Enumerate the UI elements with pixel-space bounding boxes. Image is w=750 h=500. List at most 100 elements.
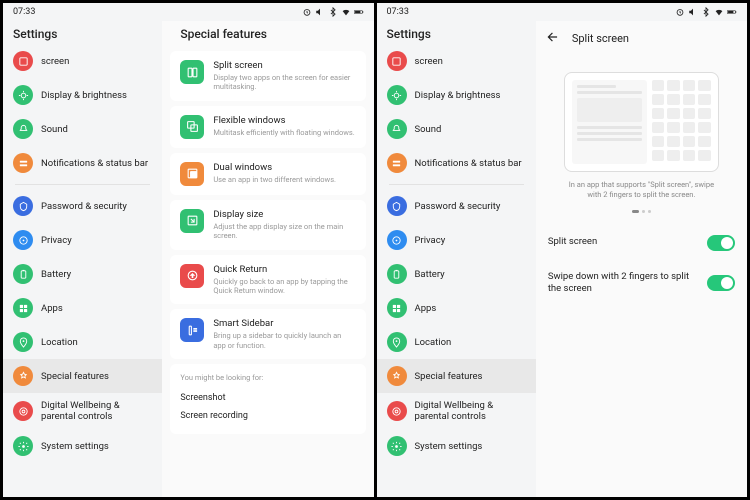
nav-label: Apps	[41, 303, 63, 314]
features-title: Special features	[170, 21, 365, 51]
feature-icon	[180, 264, 204, 288]
nav-label: Password & security	[415, 201, 501, 212]
suggestions-block: You might be looking for: ScreenshotScre…	[170, 364, 365, 434]
nav-item-apps[interactable]: Apps	[377, 291, 536, 325]
nav-item-display-brightness[interactable]: Display & brightness	[3, 78, 162, 112]
nav-icon	[13, 153, 33, 173]
nav-label: Privacy	[41, 235, 72, 246]
nav-label: Notifications & status bar	[415, 158, 522, 169]
suggestion-item[interactable]: Screen recording	[180, 407, 355, 425]
toggle-label: Swipe down with 2 fingers to split the s…	[548, 271, 697, 296]
feature-flexible-windows[interactable]: Flexible windowsMultitask efficiently wi…	[170, 106, 365, 148]
nav-item-digital-wellbeing-parental-controls[interactable]: Digital Wellbeing & parental controls	[377, 393, 536, 429]
battery-icon	[354, 7, 364, 17]
detail-title: Split screen	[572, 32, 629, 45]
nav-item-special-features[interactable]: Special features	[3, 359, 162, 393]
nav-label: Password & security	[41, 201, 127, 212]
nav-label: Digital Wellbeing & parental controls	[41, 400, 152, 422]
nav-icon	[13, 401, 33, 421]
nav-icon	[387, 119, 407, 139]
feature-icon	[180, 209, 204, 233]
nav-item-digital-wellbeing-parental-controls[interactable]: Digital Wellbeing & parental controls	[3, 393, 162, 429]
nav-label: Apps	[415, 303, 437, 314]
nav-label: Digital Wellbeing & parental controls	[415, 400, 526, 422]
nav-item-location[interactable]: Location	[377, 325, 536, 359]
nav-item-privacy[interactable]: Privacy	[377, 223, 536, 257]
nav-icon	[387, 153, 407, 173]
features-panel: Special features Split screenDisplay two…	[162, 21, 373, 497]
nav-label: Battery	[41, 269, 71, 280]
nav-item-privacy[interactable]: Privacy	[3, 223, 162, 257]
mute-icon	[688, 7, 698, 17]
screenshot-right: 07:33 Settings screen Display & brightnes…	[377, 3, 748, 497]
status-icons	[675, 7, 737, 17]
feature-desc: Quickly go back to an app by tapping the…	[213, 277, 355, 296]
nav-icon	[387, 51, 407, 71]
nav-label: Special features	[41, 371, 109, 382]
page-indicator	[544, 210, 739, 213]
feature-dual-windows[interactable]: Dual windowsUse an app in two different …	[170, 153, 365, 195]
nav-item-sound[interactable]: Sound	[377, 112, 536, 146]
nav-label: Location	[41, 337, 78, 348]
feature-icon	[180, 115, 204, 139]
feature-smart-sidebar[interactable]: Smart SidebarBring up a sidebar to quick…	[170, 309, 365, 359]
nav-item-system-settings[interactable]: System settings	[377, 429, 536, 463]
nav-label: System settings	[41, 441, 109, 452]
screenshot-left: 07:33 Settings screenDisplay & brightnes…	[3, 3, 374, 497]
nav-item-special-features[interactable]: Special features	[377, 359, 536, 393]
suggestion-item[interactable]: Screenshot	[180, 389, 355, 407]
feature-title: Dual windows	[213, 162, 355, 173]
nav-icon	[13, 264, 33, 284]
split-screen-panel: Split screen	[536, 21, 747, 497]
sidebar-title: Settings	[377, 21, 536, 51]
nav-icon	[13, 51, 33, 71]
hint-text: In an app that supports "Split screen", …	[544, 180, 739, 200]
nav-item-notifications-status-bar[interactable]: Notifications & status bar	[3, 146, 162, 180]
feature-quick-return[interactable]: Quick ReturnQuickly go back to an app by…	[170, 255, 365, 305]
status-bar: 07:33	[377, 3, 748, 21]
feature-split-screen[interactable]: Split screenDisplay two apps on the scre…	[170, 51, 365, 101]
nav-item-location[interactable]: Location	[3, 325, 162, 359]
feature-title: Display size	[213, 209, 355, 220]
nav-label: Notifications & status bar	[41, 158, 148, 169]
nav-item-battery[interactable]: Battery	[377, 257, 536, 291]
toggle-switch[interactable]	[707, 275, 735, 291]
nav-item-password-security[interactable]: Password & security	[3, 189, 162, 223]
back-button[interactable]	[544, 27, 562, 50]
toggle-label: Split screen	[548, 236, 697, 248]
nav-label: screen	[415, 56, 443, 67]
nav-item-display-brightness[interactable]: Display & brightness	[377, 78, 536, 112]
nav-label: screen	[41, 56, 69, 67]
nav-icon	[13, 298, 33, 318]
feature-title: Split screen	[213, 60, 355, 71]
feature-title: Smart Sidebar	[213, 318, 355, 329]
nav-item-apps[interactable]: Apps	[3, 291, 162, 325]
nav-label: Battery	[415, 269, 445, 280]
nav-icon	[387, 401, 407, 421]
nav-icon	[387, 230, 407, 250]
feature-display-size[interactable]: Display size Adjust the app display size …	[170, 200, 365, 250]
nav-item-battery[interactable]: Battery	[3, 257, 162, 291]
nav-label: Location	[415, 337, 452, 348]
bluetooth-icon	[328, 7, 338, 17]
nav-item-screen[interactable]: screen	[377, 51, 536, 78]
status-icons	[302, 7, 364, 17]
nav-item-screen[interactable]: screen	[3, 51, 162, 78]
nav-label: System settings	[415, 441, 483, 452]
nav-label: Display & brightness	[415, 90, 501, 101]
sidebar-title: Settings	[3, 21, 162, 51]
nav-item-sound[interactable]: Sound	[3, 112, 162, 146]
toggle-row: Swipe down with 2 fingers to split the s…	[544, 261, 739, 306]
feature-desc: Adjust the app display size on the main …	[213, 222, 355, 241]
nav-item-notifications-status-bar[interactable]: Notifications & status bar	[377, 146, 536, 180]
nav-item-password-security[interactable]: Password & security	[377, 189, 536, 223]
nav-icon	[13, 119, 33, 139]
nav-item-system-settings[interactable]: System settings	[3, 429, 162, 463]
toggle-switch[interactable]	[707, 235, 735, 251]
wifi-icon	[714, 7, 724, 17]
nav-icon	[13, 230, 33, 250]
feature-icon	[180, 318, 204, 342]
feature-title: Flexible windows	[213, 115, 355, 126]
suggestions-heading: You might be looking for:	[180, 373, 355, 382]
nav-icon	[387, 366, 407, 386]
